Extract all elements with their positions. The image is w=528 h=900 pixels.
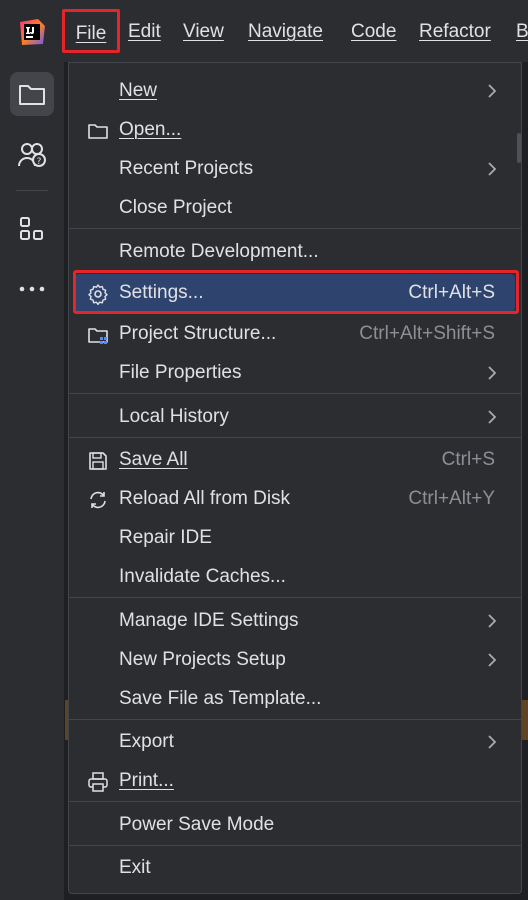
menu-item-label: Print... (119, 770, 174, 791)
chevron-right-icon (488, 84, 497, 98)
menu-file[interactable]: File (62, 9, 120, 53)
menu-item-label: New (119, 80, 158, 101)
structure-icon (20, 217, 43, 240)
chevron-right-icon (488, 162, 497, 176)
printer-icon (88, 772, 108, 792)
intellij-logo-icon[interactable] (16, 16, 48, 48)
file-menu-dropdown: New Open... Recent Projects Close Projec… (68, 62, 522, 894)
menu-item-label: Save File as Template... (119, 688, 322, 709)
menu-item-label: Repair IDE (119, 527, 212, 548)
menu-separator (69, 845, 521, 846)
menu-item-reload-all[interactable]: Reload All from Disk Ctrl+Alt+Y (69, 480, 521, 518)
menu-item-remote-development[interactable]: Remote Development... (69, 233, 521, 271)
project-tool-button[interactable] (10, 72, 54, 116)
menu-separator (69, 437, 521, 438)
menu-item-open[interactable]: Open... (69, 111, 521, 149)
menu-item-close-project[interactable]: Close Project (69, 189, 521, 227)
menu-item-local-history[interactable]: Local History (69, 398, 521, 436)
menu-navigate[interactable]: Navigate (248, 18, 323, 46)
menu-item-label: Save All (119, 449, 188, 470)
shortcut-label: Ctrl+Alt+Shift+S (359, 323, 495, 344)
menu-item-power-save-mode[interactable]: Power Save Mode (69, 806, 521, 844)
structure-tool-button[interactable] (10, 207, 54, 251)
menu-separator (69, 393, 521, 394)
more-icon (19, 286, 45, 292)
menu-edit[interactable]: Edit (128, 18, 161, 46)
menu-item-new[interactable]: New (69, 72, 521, 110)
menu-item-label: Remote Development... (119, 241, 319, 262)
menu-item-label: Exit (119, 857, 151, 878)
menu-item-export[interactable]: Export (69, 723, 521, 761)
menu-item-label: Recent Projects (119, 158, 254, 179)
menu-item-invalidate-caches[interactable]: Invalidate Caches... (69, 558, 521, 596)
tool-window-strip: ? (0, 62, 65, 900)
annotation-highlight-box (73, 270, 519, 314)
chevron-right-icon (488, 735, 497, 749)
menu-item-save-all[interactable]: Save All Ctrl+S (69, 441, 521, 479)
menu-item-label: Export (119, 731, 174, 752)
menu-build-partial[interactable]: B (516, 18, 528, 46)
menu-item-manage-ide-settings[interactable]: Manage IDE Settings (69, 602, 521, 640)
shortcut-label: Ctrl+Alt+Y (408, 488, 495, 509)
menu-item-label: Open... (119, 119, 182, 140)
more-tools-button[interactable] (10, 267, 54, 311)
menu-item-recent-projects[interactable]: Recent Projects (69, 150, 521, 188)
chevron-right-icon (488, 410, 497, 424)
menu-item-new-projects-setup[interactable]: New Projects Setup (69, 641, 521, 679)
save-icon (89, 452, 107, 470)
menu-separator (69, 801, 521, 802)
chevron-right-icon (488, 653, 497, 667)
menu-item-save-as-template[interactable]: Save File as Template... (69, 680, 521, 718)
menu-item-label: File Properties (119, 362, 242, 383)
chevron-right-icon (488, 366, 497, 380)
menu-item-label: Close Project (119, 197, 232, 218)
ide-window: File Edit View Navigate Code Refactor B … (0, 0, 528, 900)
menu-separator (69, 597, 521, 598)
menu-item-project-structure[interactable]: Project Structure... Ctrl+Alt+Shift+S (69, 315, 521, 353)
svg-text:?: ? (37, 157, 42, 167)
menu-item-label: New Projects Setup (119, 649, 286, 670)
chevron-right-icon (488, 614, 497, 628)
menu-item-exit[interactable]: Exit (69, 849, 521, 887)
folder-icon (88, 124, 108, 139)
code-with-me-icon: ? (18, 143, 46, 167)
main-menu-bar: File Edit View Navigate Code Refactor B (0, 0, 528, 62)
project-structure-icon (88, 328, 108, 344)
menu-item-file-properties[interactable]: File Properties (69, 354, 521, 392)
menu-separator (69, 228, 521, 229)
menu-item-label: Reload All from Disk (119, 488, 291, 509)
project-folder-icon (19, 85, 45, 105)
menu-item-label: Project Structure... (119, 323, 277, 344)
reload-icon (90, 491, 106, 509)
shortcut-label: Ctrl+S (441, 449, 495, 470)
menu-refactor[interactable]: Refactor (419, 18, 491, 46)
menu-item-label: Power Save Mode (119, 814, 275, 835)
code-with-me-button[interactable]: ? (10, 132, 54, 176)
menu-item-repair-ide[interactable]: Repair IDE (69, 519, 521, 557)
menu-item-label: Manage IDE Settings (119, 610, 299, 631)
menu-item-print[interactable]: Print... (69, 762, 521, 800)
menu-view[interactable]: View (183, 18, 224, 46)
menu-separator (69, 719, 521, 720)
menu-item-label: Invalidate Caches... (119, 566, 286, 587)
tool-separator (16, 190, 48, 191)
menu-code[interactable]: Code (351, 18, 396, 46)
menu-item-label: Local History (119, 406, 229, 427)
